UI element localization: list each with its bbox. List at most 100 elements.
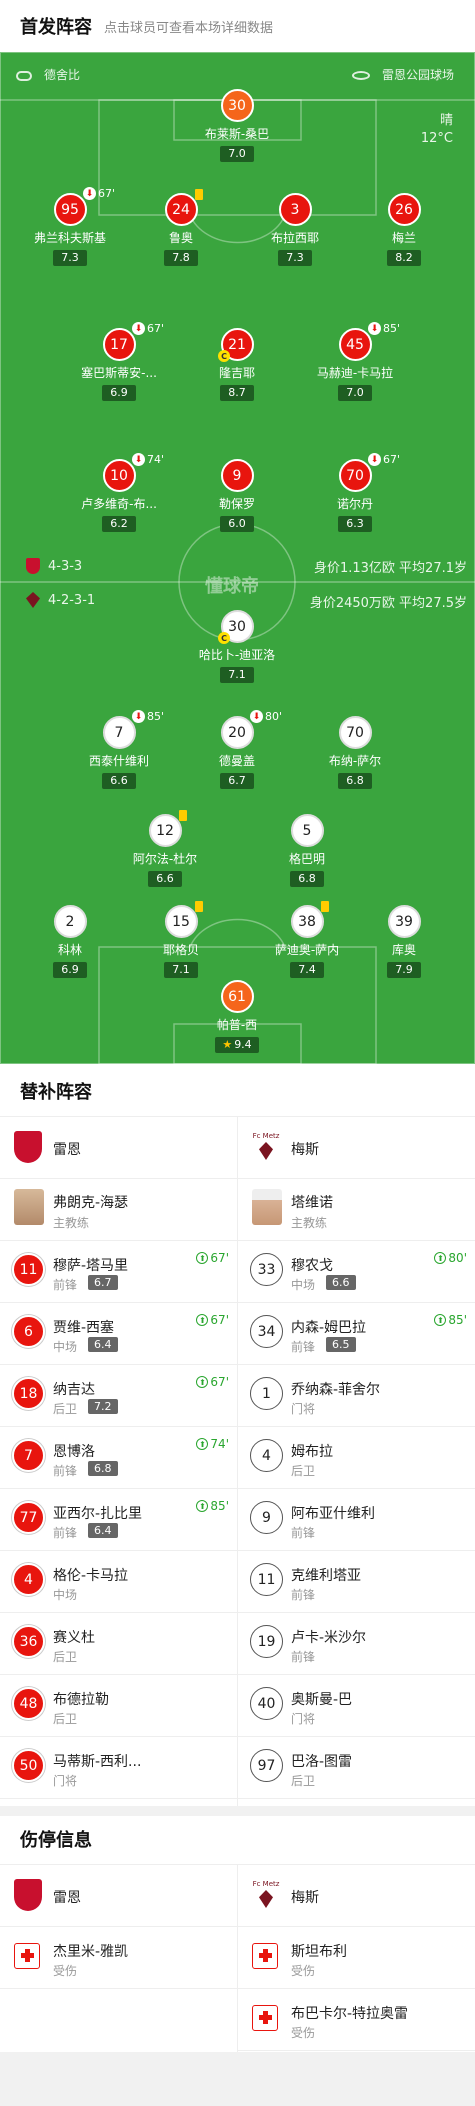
sub-player-row[interactable]: 6 贾维-西塞 中场 6.4 ⬆ 67' — [0, 1303, 237, 1365]
sub-in-minute: 74' — [210, 1437, 229, 1451]
player-name: 弗兰科夫斯基 — [33, 231, 106, 245]
home-venue: 德舍比 — [16, 66, 80, 83]
player-number: 7 — [102, 716, 136, 749]
coach-avatar — [252, 1189, 282, 1225]
player-number: 26 — [387, 193, 421, 226]
player-8[interactable]: 10 ⬇ 74' 卢多维奇-布... 6.2 — [64, 453, 174, 532]
player-16[interactable]: 5 格巴明 6.8 — [252, 814, 362, 887]
player-14[interactable]: 70 布纳-萨尔 6.8 — [300, 716, 410, 789]
injury-row[interactable]: 布巴卡尔-特拉奥雷 受伤 — [238, 1989, 475, 2051]
sub-player-position: 前锋 — [53, 1464, 78, 1478]
sub-player-number: 33 — [250, 1253, 283, 1286]
player-name: 卢多维奇-布... — [81, 497, 157, 511]
player-name: 西泰什维利 — [88, 754, 149, 768]
player-15[interactable]: 12 阿尔法-杜尔 6.6 — [110, 810, 220, 887]
sub-player-number: 48 — [12, 1687, 45, 1720]
sub-player-name: 巴洛-图雷 — [291, 1754, 353, 1770]
player-13[interactable]: 20 ⬇ 80' 德曼盖 6.7 — [182, 710, 292, 789]
player-number: 70 — [338, 716, 372, 749]
player-number: 2 — [53, 905, 87, 938]
player-1[interactable]: 95 ⬇ 67' 弗兰科夫斯基 7.3 — [15, 187, 125, 266]
sub-player-rating: 6.5 — [326, 1337, 356, 1352]
sub-player-row[interactable]: 18 纳吉达 后卫 7.2 ⬆ 67' — [0, 1365, 237, 1427]
player-7[interactable]: 45 ⬇ 85' 马赫迪-卡马拉 7.0 — [300, 322, 410, 401]
player-5[interactable]: 17 ⬇ 67' 塞巴斯蒂安-... 6.9 — [64, 322, 174, 401]
sub-player-row[interactable]: 48 布德拉勒 后卫 — [0, 1675, 237, 1737]
sub-in-icon: ⬆ — [434, 1314, 447, 1326]
injury-status: 受伤 — [291, 1964, 316, 1978]
away-injuries-team: Fc Metz 梅斯 — [238, 1865, 475, 1927]
player-name: 布莱斯-桑巴 — [204, 127, 270, 141]
sub-player-position: 前锋 — [53, 1526, 78, 1540]
sub-player-row[interactable]: 50 马蒂斯-西利... 门将 — [0, 1737, 237, 1799]
away-avg-age: 平均27.5岁 — [399, 596, 467, 611]
sub-player-row[interactable]: 19 卢卡-米沙尔 前锋 — [238, 1613, 475, 1675]
sub-player-row[interactable]: 33 穆农戈 中场 6.6 ⬆ 80' — [238, 1241, 475, 1303]
player-rating: 6.9 — [102, 385, 136, 401]
sub-player-row[interactable]: 36 赛义杜 后卫 — [0, 1613, 237, 1675]
player-17[interactable]: 2 科林 6.9 — [15, 905, 125, 978]
sub-player-row[interactable]: 7 恩博洛 前锋 6.8 ⬆ 74' — [0, 1427, 237, 1489]
player-name: 科林 — [57, 943, 82, 957]
injury-row[interactable]: 杰里米-雅凯 受伤 — [0, 1927, 237, 1989]
player-name: 耶格贝 — [162, 943, 199, 957]
player-4[interactable]: 26 梅兰 8.2 — [349, 193, 459, 266]
sub-player-row[interactable]: 11 穆萨-塔马里 前锋 6.7 ⬆ 67' — [0, 1241, 237, 1303]
sub-player-name: 布德拉勒 — [53, 1692, 109, 1708]
sub-player-row[interactable]: 77 亚西尔-扎比里 前锋 6.4 ⬆ 85' — [0, 1489, 237, 1551]
injury-status: 受伤 — [291, 2026, 316, 2040]
sub-player-row[interactable]: 1 乔纳森-菲舍尔 门将 — [238, 1365, 475, 1427]
away-coach-row[interactable]: 塔维诺 主教练 — [238, 1179, 475, 1241]
away-team-value: 身价2450万欧 平均27.5岁 — [310, 592, 467, 611]
sub-out-minute: 80' — [265, 710, 283, 723]
sub-player-number: 50 — [12, 1749, 45, 1782]
sub-in-badge: ⬆ 85' — [196, 1499, 229, 1513]
player-number: 24 — [164, 193, 198, 226]
sub-player-row[interactable]: 4 格伦-卡马拉 中场 — [0, 1551, 237, 1613]
player-19[interactable]: 38 萨迪奥-萨内 7.4 — [252, 901, 362, 978]
sub-out-icon: ⬇ — [83, 187, 96, 200]
temperature: 12°C — [420, 131, 453, 146]
player-11[interactable]: 30 C 哈比卜-迪亚洛 7.1 — [182, 610, 292, 683]
home-team-name: 德舍比 — [44, 68, 81, 82]
sub-player-rating: 7.2 — [88, 1399, 118, 1414]
sub-player-position: 前锋 — [291, 1588, 316, 1602]
away-coach-label: 主教练 — [291, 1216, 328, 1230]
metz-logo-icon: Fc Metz — [252, 1131, 280, 1163]
injured-player-name: 布巴卡尔-特拉奥雷 — [291, 2006, 409, 2022]
player-12[interactable]: 7 ⬇ 85' 西泰什维利 6.6 — [64, 710, 174, 789]
player-10[interactable]: 70 ⬇ 67' 诺尔丹 6.3 — [300, 453, 410, 532]
sub-player-row[interactable]: 11 克维利塔亚 前锋 — [238, 1551, 475, 1613]
sub-player-name: 乔纳森-菲舍尔 — [291, 1382, 381, 1398]
home-subs-team-name: 雷恩 — [53, 1142, 81, 1158]
player-2[interactable]: 24 鲁奥 7.8 — [126, 189, 236, 266]
sub-player-name: 内森-姆巴拉 — [291, 1320, 367, 1336]
player-9[interactable]: 9 勒保罗 6.0 — [182, 459, 292, 532]
sub-in-icon: ⬆ — [434, 1252, 447, 1264]
away-subs-team-name: 梅斯 — [291, 1142, 319, 1158]
home-coach-row[interactable]: 弗朗克-海瑟 主教练 — [0, 1179, 237, 1241]
player-21[interactable]: 61 帕普-西 9.4 — [182, 980, 292, 1053]
injury-status: 受伤 — [53, 1964, 78, 1978]
sub-player-name: 赛义杜 — [53, 1630, 95, 1646]
yellow-card-icon — [195, 901, 203, 912]
player-name: 帕普-西 — [216, 1018, 258, 1032]
sub-player-row[interactable]: 4 姆布拉 后卫 — [238, 1427, 475, 1489]
sub-player-row[interactable]: 97 巴洛-图雷 后卫 — [238, 1737, 475, 1799]
sub-out-badge: ⬇ 67' — [132, 322, 164, 335]
player-name: 梅兰 — [391, 231, 416, 245]
sub-player-number: 77 — [12, 1501, 45, 1534]
player-3[interactable]: 3 布拉西耶 7.3 — [240, 193, 350, 266]
sub-player-position: 后卫 — [53, 1402, 78, 1416]
player-6[interactable]: 21 C 隆吉耶 8.7 — [182, 328, 292, 401]
player-18[interactable]: 15 耶格贝 7.1 — [126, 901, 236, 978]
sub-player-row[interactable]: 40 奥斯曼-巴 门将 — [238, 1675, 475, 1737]
player-20[interactable]: 39 库奥 7.9 — [349, 905, 459, 978]
player-0[interactable]: 30 布莱斯-桑巴 7.0 — [182, 89, 292, 162]
sub-player-row[interactable]: 34 内森-姆巴拉 前锋 6.5 ⬆ 85' — [238, 1303, 475, 1365]
watermark: 懂球帝 — [205, 576, 259, 597]
sub-out-badge: ⬇ 74' — [132, 453, 164, 466]
injury-row[interactable]: 斯坦布利 受伤 — [238, 1927, 475, 1989]
sub-player-row[interactable]: 9 阿布亚什维利 前锋 — [238, 1489, 475, 1551]
player-name: 萨迪奥-萨内 — [274, 943, 340, 957]
